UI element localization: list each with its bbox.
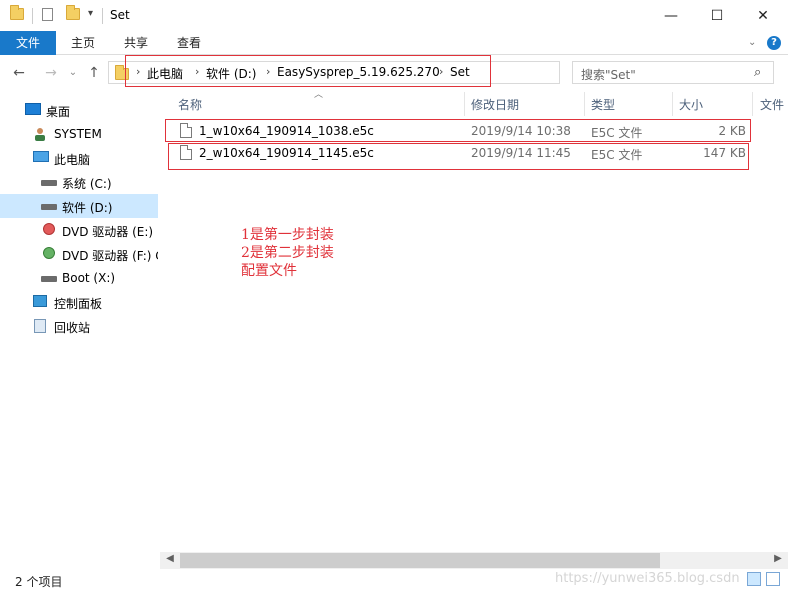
folder-icon [10,5,24,20]
column-header-size[interactable]: 大小 [679,96,703,113]
recycle-bin-icon [34,319,46,333]
minimize-button[interactable]: — [648,0,694,31]
sidebar-item-label: 软件 (D:) [62,201,113,215]
sidebar-item-label: DVD 驱动器 (E:) E [62,225,158,239]
sidebar-item-this-pc[interactable]: 此电脑 [0,146,158,170]
tab-view[interactable]: 查看 [168,31,210,55]
sidebar-item-control-panel[interactable]: 控制面板 [0,290,158,314]
column-divider[interactable] [464,92,465,116]
sidebar-item-label: DVD 驱动器 (F:) C [62,249,158,263]
column-header-type[interactable]: 类型 [591,96,615,113]
details-view-button[interactable] [747,572,761,586]
back-button[interactable]: ← [10,65,28,81]
column-header-name[interactable]: 名称 [178,96,202,113]
ribbon-tabs: 文件 主页 共享 查看 ⌄ ? [0,31,788,55]
drive-icon [41,276,57,282]
large-icons-view-button[interactable] [766,572,780,586]
annotation-box-path [125,55,491,87]
recent-locations-button[interactable]: ⌄ [64,67,82,78]
status-bar: 2 个项目 https://yunwei365.blog.csdn [0,569,788,595]
sidebar-item-dvd-f[interactable]: DVD 驱动器 (F:) C [0,242,158,266]
sort-ascending-icon: ︿ [314,90,324,100]
search-box[interactable]: 搜索"Set" ⌕ [572,61,774,84]
sidebar-item-desktop[interactable]: 桌面 [0,98,158,122]
title-bar: ▾ Set — ☐ ✕ [0,0,788,31]
expand-ribbon-icon[interactable]: ⌄ [748,37,756,48]
sidebar-item-label: 桌面 [46,105,71,119]
window-title: Set [110,8,130,22]
annotation-box-file-1 [165,119,751,142]
sidebar-item-dvd-e[interactable]: DVD 驱动器 (E:) E [0,218,158,242]
annotation-line: 1是第一步封装 [241,227,334,243]
user-folder-icon [35,128,45,141]
sidebar-item-label: 系统 (C:) [62,177,112,191]
scroll-right-icon[interactable]: ▶ [770,553,786,564]
up-button[interactable]: ↑ [85,65,103,81]
quick-access-dropdown-icon[interactable]: ▾ [88,8,93,19]
toolbar-divider [102,8,103,24]
annotation-note: 1是第一步封装 2是第二步封装 配置文件 [241,226,334,280]
annotation-box-file-2 [168,143,749,170]
dvd-icon [43,247,55,259]
annotation-line: 2是第二步封装 [241,245,334,261]
dvd-icon [43,223,55,235]
annotation-line: 配置文件 [241,263,297,279]
column-headers: ︿ 名称 修改日期 类型 大小 文件 [168,90,788,116]
sidebar-item-label: Boot (X:) [62,271,116,285]
sidebar-item-recycle-bin[interactable]: 回收站 [0,314,158,338]
scroll-left-icon[interactable]: ◀ [162,553,178,564]
column-header-modified[interactable]: 修改日期 [471,96,519,113]
watermark-text: https://yunwei365.blog.csdn [555,571,740,586]
column-divider[interactable] [584,92,585,116]
new-folder-icon[interactable] [66,5,80,20]
search-icon[interactable]: ⌕ [754,65,761,80]
sidebar-item-drive-c[interactable]: 系统 (C:) [0,170,158,194]
scrollbar-thumb[interactable] [180,553,660,568]
maximize-button[interactable]: ☐ [694,0,740,31]
sidebar-item-label: 回收站 [54,321,91,335]
item-count: 2 个项目 [15,575,63,589]
control-panel-icon [33,295,47,307]
close-button[interactable]: ✕ [740,0,786,31]
desktop-icon [25,103,41,115]
drive-icon [41,180,57,186]
column-divider[interactable] [672,92,673,116]
properties-icon[interactable] [42,8,53,21]
column-divider[interactable] [752,92,753,116]
drive-icon [41,204,57,210]
column-header-extra[interactable]: 文件 [760,96,784,113]
sidebar-item-label: 控制面板 [54,297,103,311]
horizontal-scrollbar[interactable]: ◀ ▶ [160,552,788,569]
tab-file[interactable]: 文件 [0,31,56,55]
sidebar-item-label: SYSTEM [54,127,102,141]
forward-button[interactable]: → [42,65,60,81]
tab-share[interactable]: 共享 [115,31,157,55]
help-icon[interactable]: ? [767,36,781,50]
search-input[interactable]: 搜索"Set" [581,66,636,83]
tab-home[interactable]: 主页 [62,31,104,55]
toolbar-divider [32,8,33,24]
this-pc-icon [33,151,49,162]
sidebar-item-label: 此电脑 [54,153,91,167]
sidebar-item-boot-x[interactable]: Boot (X:) [0,266,158,290]
navigation-pane: 桌面 SYSTEM 此电脑 系统 (C:) 软件 (D:) DVD 驱动器 (E… [0,96,158,566]
sidebar-item-system[interactable]: SYSTEM [0,122,158,146]
sidebar-item-drive-d[interactable]: 软件 (D:) [0,194,158,218]
